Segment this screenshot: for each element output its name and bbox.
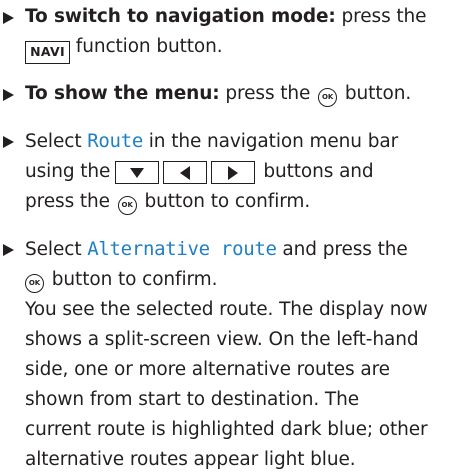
step-text: Select [25,239,88,260]
step-text: function button. [70,36,223,57]
bullet-arrow-icon [3,244,14,256]
result-paragraph-line: You see the selected route. The display … [25,299,428,320]
step-alternative-route: Select Alternative route and press the O… [0,234,464,475]
ok-button-icon: OK [117,196,137,215]
step-text: in the navigation menu bar [142,131,399,152]
arrow-left-key-icon [163,161,208,184]
step-text: and press the [276,239,408,260]
bullet-arrow-icon [3,12,14,24]
bullet-arrow-icon [3,136,14,148]
step-text: button to confirm. [138,191,311,212]
step-text: press the [25,191,116,212]
ok-button-icon: OK [318,88,338,107]
step-text: button. [339,83,412,104]
instruction-page: To switch to navigation mode: press the … [0,0,464,470]
result-paragraph-line: alternative routes appear light blue. [25,449,356,470]
step-text: using the [25,161,111,182]
navi-key-icon: NAVI [25,41,70,64]
step-show-menu: To show the menu: press the OK button. [0,79,464,109]
result-paragraph-line: shows a split-screen view. On the left-h… [25,329,419,350]
step-text: buttons and [263,161,374,182]
step-text: button to confirm. [46,269,218,290]
ok-button-icon: OK [25,274,44,293]
menu-term-route: Route [87,130,143,152]
arrow-keys-group [115,161,259,184]
step-heading: To show the menu: [25,83,220,104]
bullet-arrow-icon [3,89,14,101]
step-text: press the [335,6,427,27]
result-paragraph-line: side, one or more alternative routes are [25,359,390,380]
step-text: Select [25,131,88,152]
step-select-route: Select Route in the navigation menu bar … [0,126,464,217]
result-paragraph-line: shown from start to destination. The [25,389,359,410]
menu-term-alternative-route: Alternative route [87,238,277,260]
step-heading: To switch to navigation mode: [25,6,336,27]
step-switch-navigation: To switch to navigation mode: press the … [0,2,464,64]
arrow-right-key-icon [211,161,256,184]
result-paragraph-line: current route is highlighted dark blue; … [25,419,428,440]
step-text: press the [219,83,317,104]
arrow-down-key-icon [115,161,160,184]
